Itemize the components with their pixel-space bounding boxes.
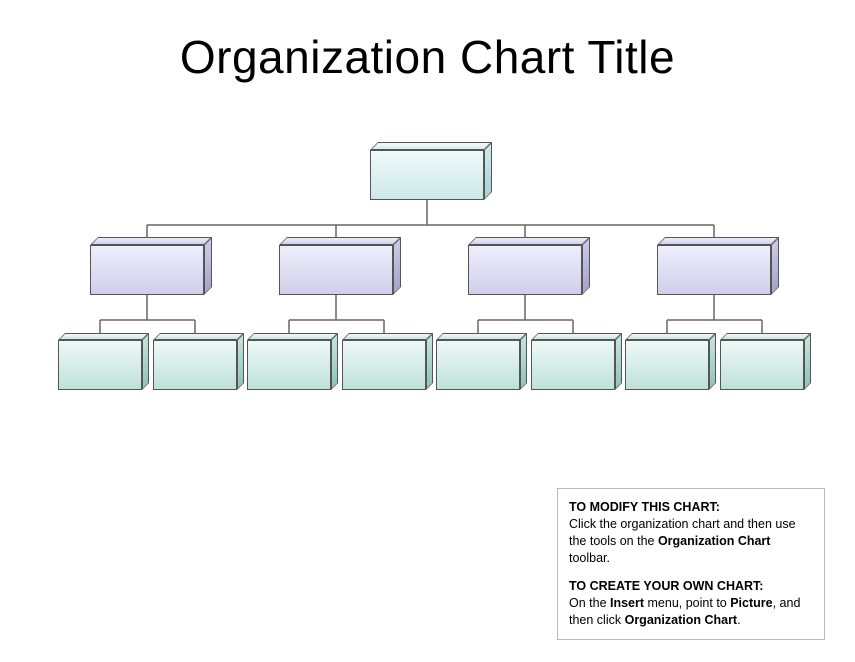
note-heading-1: TO MODIFY THIS CHART: xyxy=(569,500,720,514)
note-bold: Organization Chart xyxy=(625,613,738,627)
note-text: . xyxy=(737,613,740,627)
note-text: On the xyxy=(569,596,610,610)
instruction-note: TO MODIFY THIS CHART: Click the organiza… xyxy=(557,488,825,640)
chart-title: Organization Chart Title xyxy=(0,30,855,84)
note-bold: Organization Chart xyxy=(658,534,771,548)
note-bold: Insert xyxy=(610,596,644,610)
note-bold: Picture xyxy=(730,596,772,610)
note-text: menu, point to xyxy=(644,596,730,610)
note-text: toolbar. xyxy=(569,551,610,565)
note-heading-2: TO CREATE YOUR OWN CHART: xyxy=(569,579,763,593)
org-chart[interactable] xyxy=(0,145,855,445)
